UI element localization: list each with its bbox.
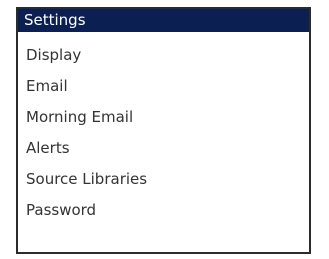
menu-item-password[interactable]: Password (18, 195, 309, 225)
menu-item-alerts[interactable]: Alerts (18, 133, 309, 163)
menu-item-morning-email[interactable]: Morning Email (18, 102, 309, 132)
menu-item-display[interactable]: Display (18, 40, 309, 70)
menu-item-source-libraries[interactable]: Source Libraries (18, 164, 309, 194)
menu-item-email[interactable]: Email (18, 71, 309, 101)
settings-menu: Settings Display Email Morning Email Ale… (16, 7, 311, 254)
menu-item-settings[interactable]: Settings (18, 9, 309, 32)
